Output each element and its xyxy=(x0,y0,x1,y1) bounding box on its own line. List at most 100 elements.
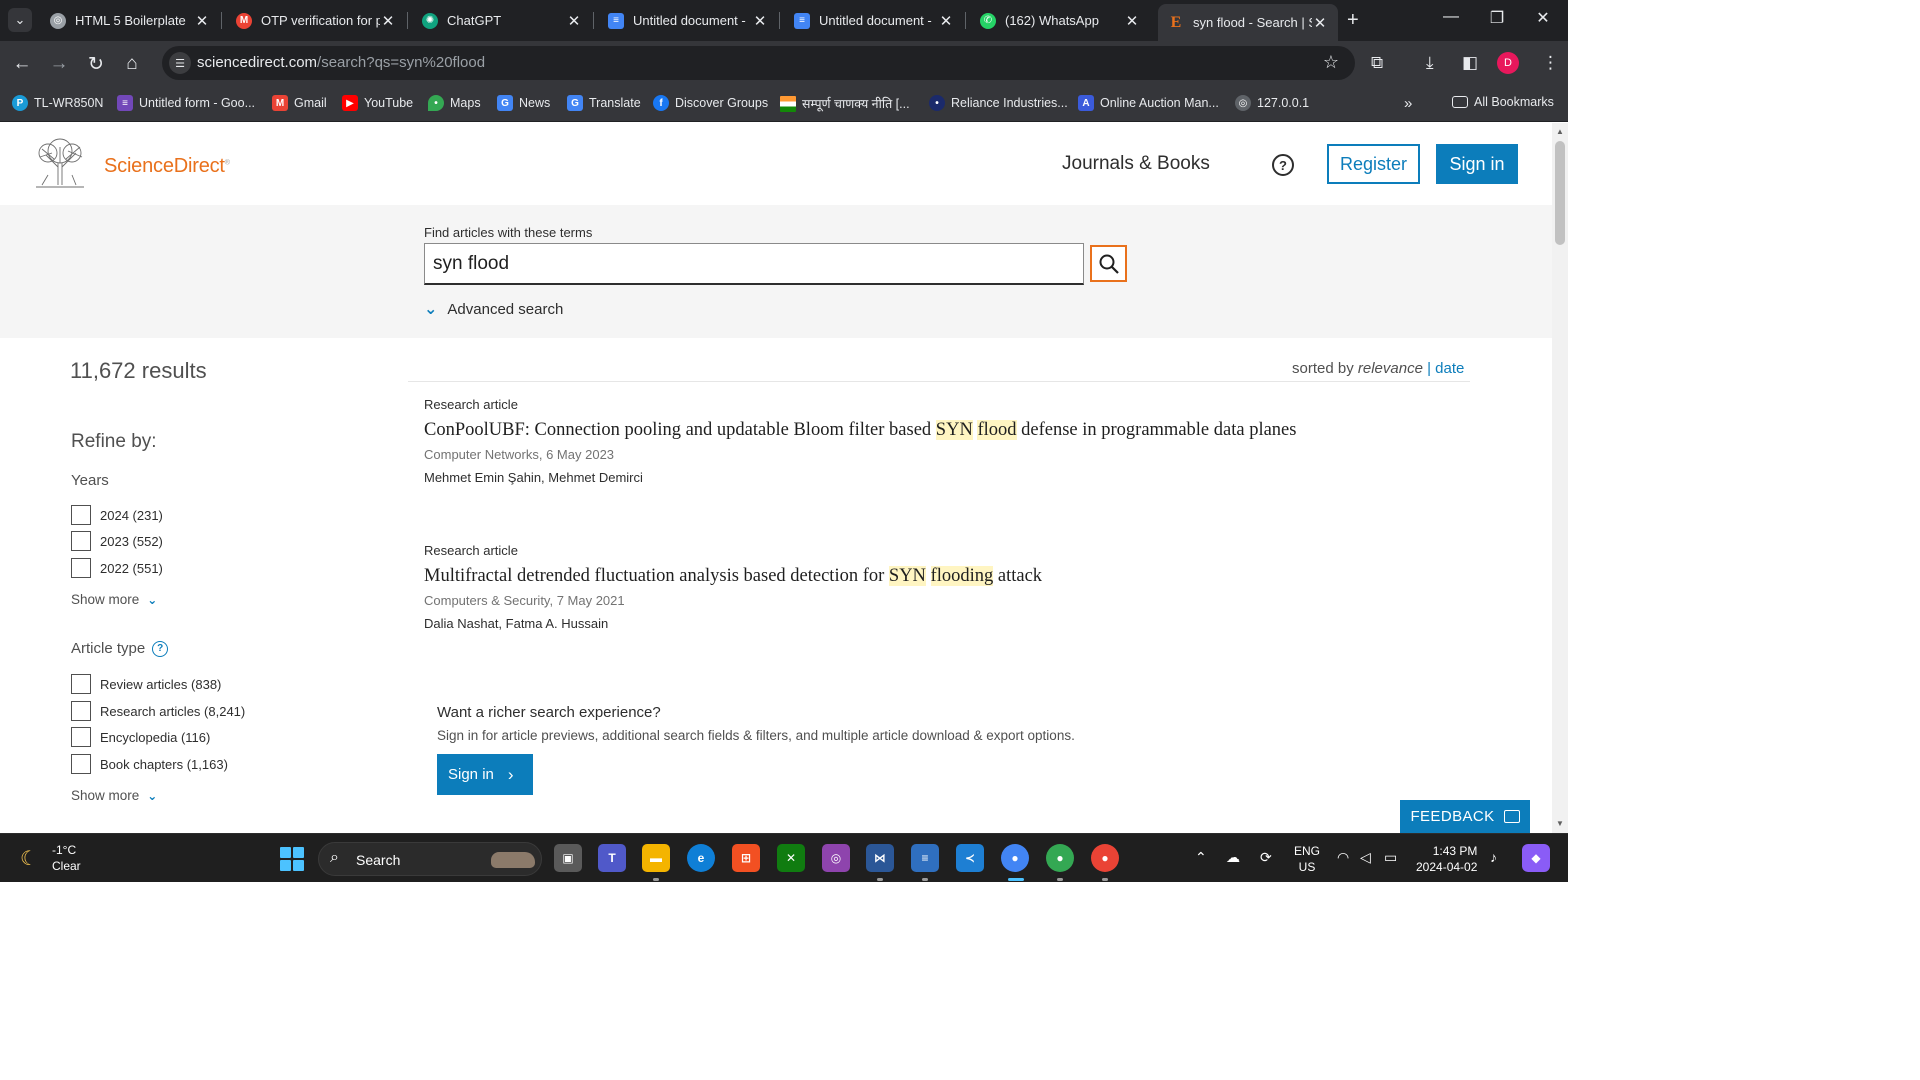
close-tab-icon[interactable]: ✕ xyxy=(1312,14,1328,32)
bookmark-localhost[interactable]: ◎ 127.0.0.1 xyxy=(1235,95,1309,111)
bookmark-chanakya-niti[interactable]: सम्पूर्ण चाणक्य नीति [... xyxy=(780,95,910,112)
help-icon[interactable]: ? xyxy=(1272,154,1294,176)
bookmark-gmail[interactable]: M Gmail xyxy=(272,95,327,111)
bookmark-youtube[interactable]: ▶ YouTube xyxy=(342,95,413,111)
volume-icon[interactable]: ◁ xyxy=(1360,849,1371,866)
scroll-down-icon[interactable]: ▼ xyxy=(1556,819,1564,828)
sign-in-button[interactable]: Sign in xyxy=(1436,144,1518,184)
type-filter-research[interactable]: Research articles (8,241) xyxy=(71,701,245,721)
elsevier-tree-logo[interactable] xyxy=(32,137,88,189)
scrollbar-thumb[interactable] xyxy=(1555,141,1565,245)
more-bookmarks-icon[interactable]: » xyxy=(1404,95,1412,112)
tab-untitled-document-1[interactable]: ≡ Untitled document - ✕ xyxy=(598,6,778,35)
taskbar-search[interactable]: ⌕ Search xyxy=(318,842,542,876)
close-tab-icon[interactable]: ✕ xyxy=(194,12,210,30)
all-bookmarks-folder[interactable]: All Bookmarks xyxy=(1452,95,1554,109)
brand-name[interactable]: ScienceDirect® xyxy=(104,155,230,178)
checkbox[interactable] xyxy=(71,531,91,551)
page-scrollbar[interactable]: ▲ ▼ xyxy=(1552,123,1568,833)
type-filter-book-chapters[interactable]: Book chapters (1,163) xyxy=(71,754,228,774)
menu-kebab-icon[interactable]: ⋮ xyxy=(1542,53,1559,73)
address-bar[interactable]: ☰ sciencedirect.com/search?qs=syn%20floo… xyxy=(162,46,1355,80)
tray-overflow-icon[interactable]: ⌃ xyxy=(1195,849,1207,866)
search-input[interactable] xyxy=(424,243,1084,285)
sort-date-link[interactable]: date xyxy=(1435,360,1464,377)
years-show-more[interactable]: Show more ⌄ xyxy=(71,592,157,607)
checkbox[interactable] xyxy=(71,727,91,747)
bookmark-news[interactable]: G News xyxy=(497,95,550,111)
checkbox[interactable] xyxy=(71,754,91,774)
close-tab-icon[interactable]: ✕ xyxy=(380,12,396,30)
tab-chatgpt[interactable]: ✺ ChatGPT ✕ xyxy=(412,6,592,35)
register-button[interactable]: Register xyxy=(1327,144,1420,184)
new-tab-icon[interactable]: + xyxy=(1347,9,1359,32)
back-icon[interactable]: ← xyxy=(10,53,34,75)
feedback-button[interactable]: FEEDBACK xyxy=(1400,800,1530,833)
article-type-show-more[interactable]: Show more ⌄ xyxy=(71,788,157,803)
onedrive-icon[interactable]: ☁ xyxy=(1226,849,1240,866)
mysql-workbench-icon[interactable]: ⋈ xyxy=(866,844,894,872)
moon-weather-icon[interactable]: ☾ xyxy=(20,846,38,871)
system-clock[interactable]: 1:43 PM 2024-04-02 xyxy=(1416,843,1477,875)
extensions-icon[interactable]: ⧉ xyxy=(1371,53,1383,73)
bookmark-untitled-form[interactable]: ≡ Untitled form - Goo... xyxy=(117,95,255,111)
bookmark-discover-groups[interactable]: f Discover Groups xyxy=(653,95,768,111)
site-info-icon[interactable]: ☰ xyxy=(169,52,191,74)
bookmark-online-auction[interactable]: A Online Auction Man... xyxy=(1078,95,1219,111)
tab-search-button[interactable]: ⌄ xyxy=(8,8,32,32)
weather-temperature[interactable]: -1°C xyxy=(52,843,76,857)
forward-icon[interactable]: → xyxy=(47,53,71,75)
search-submit-button[interactable] xyxy=(1090,245,1127,282)
promo-sign-in-button[interactable]: Sign in › xyxy=(437,754,533,795)
proton-vpn-icon[interactable]: ◎ xyxy=(822,844,850,872)
close-tab-icon[interactable]: ✕ xyxy=(566,12,582,30)
tab-syn-flood-search[interactable]: E syn flood - Search | S ✕ xyxy=(1158,4,1338,41)
result-title-link[interactable]: ConPoolUBF: Connection pooling and updat… xyxy=(424,420,1464,441)
chrome-profile-icon[interactable]: ● xyxy=(1046,844,1074,872)
checkbox[interactable] xyxy=(71,674,91,694)
close-tab-icon[interactable]: ✕ xyxy=(1124,12,1140,30)
tab-untitled-document-2[interactable]: ≡ Untitled document - ✕ xyxy=(784,6,964,35)
chrome-icon[interactable]: ● xyxy=(1001,844,1029,872)
profile-avatar[interactable]: D xyxy=(1497,52,1519,74)
input-language[interactable]: ENG US xyxy=(1294,843,1320,875)
battery-icon[interactable]: ▭ xyxy=(1384,849,1397,866)
year-filter-2022[interactable]: 2022 (551) xyxy=(71,558,163,578)
weather-condition[interactable]: Clear xyxy=(52,859,81,873)
advanced-search-toggle[interactable]: ⌄ Advanced search xyxy=(424,299,563,319)
edge-icon[interactable]: e xyxy=(687,844,715,872)
year-filter-2024[interactable]: 2024 (231) xyxy=(71,505,163,525)
home-icon[interactable]: ⌂ xyxy=(120,53,144,75)
microsoft-store-icon[interactable]: ⊞ xyxy=(732,844,760,872)
checkbox[interactable] xyxy=(71,505,91,525)
xbox-icon[interactable]: ✕ xyxy=(777,844,805,872)
journals-books-link[interactable]: Journals & Books xyxy=(1062,153,1210,175)
scroll-up-icon[interactable]: ▲ xyxy=(1556,127,1564,136)
type-filter-review[interactable]: Review articles (838) xyxy=(71,674,221,694)
file-explorer-icon[interactable]: ▬ xyxy=(642,844,670,872)
type-filter-encyclopedia[interactable]: Encyclopedia (116) xyxy=(71,727,210,747)
download-icon[interactable]: ⤓ xyxy=(1426,53,1434,73)
wifi-icon[interactable]: ◠ xyxy=(1337,849,1349,866)
minimize-icon[interactable]: — xyxy=(1436,8,1466,26)
restore-icon[interactable]: ❐ xyxy=(1482,8,1512,28)
checkbox[interactable] xyxy=(71,701,91,721)
side-panel-icon[interactable]: ◧ xyxy=(1462,53,1478,73)
vscode-icon[interactable]: ≺ xyxy=(956,844,984,872)
close-tab-icon[interactable]: ✕ xyxy=(752,12,768,30)
bookmark-maps[interactable]: • Maps xyxy=(428,95,481,111)
copilot-icon[interactable]: ◆ xyxy=(1522,844,1550,872)
bookmark-star-icon[interactable]: ☆ xyxy=(1323,52,1339,73)
close-tab-icon[interactable]: ✕ xyxy=(938,12,954,30)
windows-start-icon[interactable] xyxy=(280,847,304,871)
tab-whatsapp[interactable]: ✆ (162) WhatsApp ✕ xyxy=(970,6,1150,35)
reload-icon[interactable]: ↻ xyxy=(84,53,108,76)
help-icon[interactable]: ? xyxy=(152,640,169,657)
teams-icon[interactable]: T xyxy=(598,844,626,872)
close-window-icon[interactable]: ✕ xyxy=(1528,8,1558,28)
tab-otp-verification[interactable]: M OTP verification for p ✕ xyxy=(226,6,406,35)
result-title-link[interactable]: Multifractal detrended fluctuation analy… xyxy=(424,566,1464,587)
chrome-profile-icon[interactable]: ● xyxy=(1091,844,1119,872)
checkbox[interactable] xyxy=(71,558,91,578)
notification-bell-icon[interactable]: ♪ xyxy=(1490,849,1497,865)
